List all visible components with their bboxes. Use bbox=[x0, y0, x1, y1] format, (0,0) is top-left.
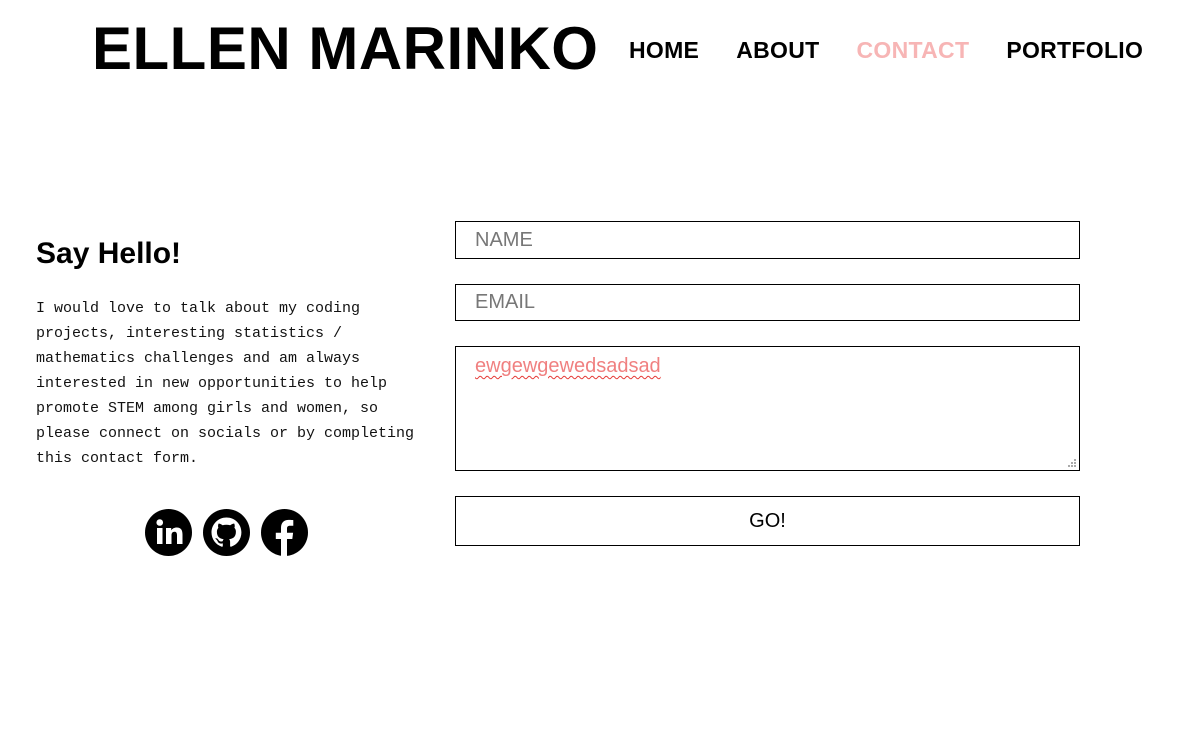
github-icon bbox=[203, 509, 250, 556]
nav-portfolio-link[interactable]: PORTFOLIO bbox=[1006, 36, 1143, 64]
site-title: ELLEN MARINKO bbox=[92, 15, 599, 82]
nav-home-link[interactable]: HOME bbox=[629, 36, 699, 64]
nav-contact-link[interactable]: CONTACT bbox=[856, 36, 969, 64]
resize-grip-icon[interactable] bbox=[1067, 458, 1077, 468]
message-text: ewgewgewedsadsad bbox=[475, 355, 661, 377]
intro-paragraph: I would love to talk about my coding pro… bbox=[36, 300, 415, 467]
facebook-link[interactable] bbox=[261, 509, 308, 556]
social-links bbox=[145, 509, 308, 556]
linkedin-icon bbox=[145, 509, 192, 556]
intro-section: Say Hello! I would love to talk about my… bbox=[36, 236, 426, 471]
main-nav: HOME ABOUT CONTACT PORTFOLIO bbox=[629, 36, 1143, 64]
say-hello-heading: Say Hello! bbox=[36, 237, 182, 270]
contact-page: ELLEN MARINKO HOME ABOUT CONTACT PORTFOL… bbox=[0, 0, 1204, 731]
facebook-icon bbox=[261, 509, 308, 556]
submit-button[interactable]: GO! bbox=[455, 496, 1080, 546]
github-link[interactable] bbox=[203, 509, 250, 556]
linkedin-link[interactable] bbox=[145, 509, 192, 556]
name-field[interactable] bbox=[455, 221, 1080, 259]
email-field[interactable] bbox=[455, 284, 1080, 321]
message-textarea[interactable]: ewgewgewedsadsad bbox=[455, 346, 1080, 471]
nav-about-link[interactable]: ABOUT bbox=[736, 36, 819, 64]
